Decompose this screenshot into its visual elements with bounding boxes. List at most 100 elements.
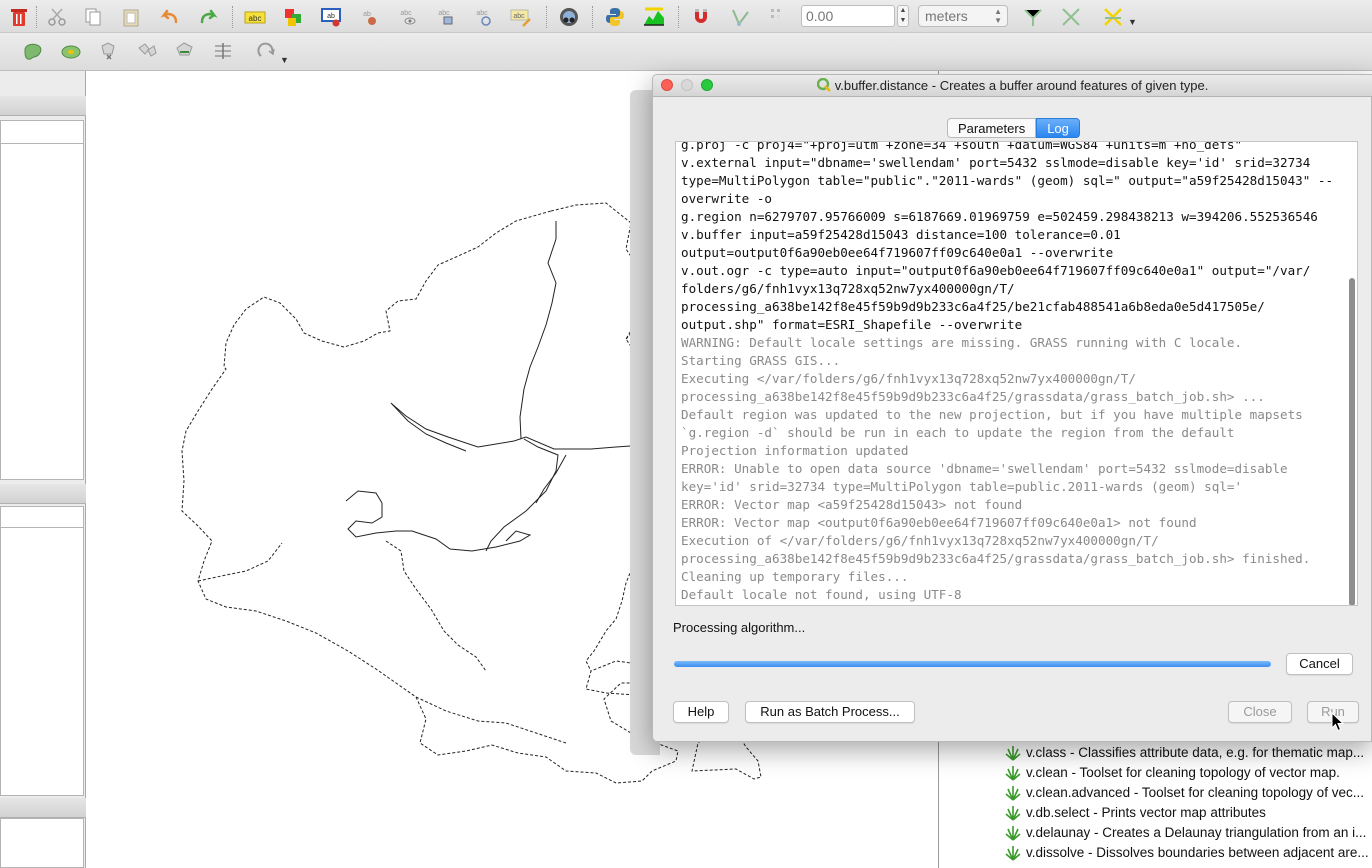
layers-panel-toolbar	[0, 120, 84, 144]
grass-icon	[1005, 846, 1021, 861]
log-line: processing_a638be142f8e45f59b9d9b233c6a4…	[681, 551, 1311, 566]
offset-curve-icon[interactable]	[210, 38, 236, 64]
add-ring-icon[interactable]	[20, 38, 46, 64]
log-line: processing_a638be142f8e45f59b9d9b233c6a4…	[681, 299, 1265, 314]
redo-icon[interactable]	[195, 4, 221, 30]
snap-tolerance-input[interactable]: 0.00	[801, 5, 895, 27]
log-line: v.external input="dbname='swellendam' po…	[681, 155, 1311, 170]
delete-part-icon[interactable]	[134, 38, 160, 64]
toolbox-item[interactable]: v.db.select - Prints vector map attribut…	[1004, 802, 1372, 822]
close-button[interactable]: Close	[1228, 701, 1292, 723]
paste-icon[interactable]	[118, 4, 144, 30]
help-button[interactable]: Help	[673, 701, 729, 723]
reshape-icon[interactable]	[172, 38, 198, 64]
toolbox-item[interactable]: v.dissolve - Dissolves boundaries betwee…	[1004, 842, 1372, 862]
grass-icon	[1005, 826, 1021, 841]
topological-editing-icon[interactable]	[1020, 4, 1046, 30]
undo-icon[interactable]	[157, 4, 183, 30]
delete-ring-icon[interactable]	[96, 38, 122, 64]
log-scrollbar[interactable]	[1349, 278, 1355, 605]
bottom-panel-header	[0, 798, 86, 818]
toolbox-item[interactable]: v.class - Classifies attribute data, e.g…	[1004, 742, 1372, 762]
layer-labeling-icon[interactable]	[280, 4, 306, 30]
log-line: ERROR: Vector map <output0f6a90eb0ee64f7…	[681, 515, 1197, 530]
layers-panel-header	[0, 96, 86, 116]
log-line: output.shp" format=ESRI_Shapefile --over…	[681, 317, 1023, 332]
grass-icon	[1005, 746, 1021, 761]
chevron-down-icon[interactable]: ▼	[1128, 17, 1137, 27]
log-line: type=MultiPolygon table="public"."2011-w…	[681, 173, 1334, 188]
toolbar-separator	[232, 6, 233, 28]
log-line: ERROR: Vector map <a59f25428d15043> not …	[681, 497, 1023, 512]
move-label-icon[interactable]: abc	[432, 4, 458, 30]
log-line: Executing </var/folders/g6/fnh1vyx13q728…	[681, 371, 1136, 386]
toolbox-item[interactable]: v.clean.advanced - Toolset for cleaning …	[1004, 782, 1372, 802]
mouse-cursor-icon	[1331, 712, 1345, 732]
layers-panel-list[interactable]	[0, 144, 84, 480]
cut-icon[interactable]	[44, 4, 70, 30]
grass-icon	[1005, 806, 1021, 821]
python-icon[interactable]	[602, 4, 628, 30]
status-text: Processing algorithm...	[673, 620, 806, 635]
svg-text:abc: abc	[400, 10, 412, 17]
browser-panel-list[interactable]	[0, 528, 84, 796]
profile-tool-icon[interactable]	[641, 4, 667, 30]
toolbox-item[interactable]: v.clean - Toolset for cleaning topology …	[1004, 762, 1372, 782]
intersection-avoid-icon[interactable]	[1058, 4, 1084, 30]
rotate-point-symbols-icon[interactable]	[253, 38, 279, 64]
change-label-icon[interactable]: abc	[508, 4, 534, 30]
toolbox-item-label: v.class - Classifies attribute data, e.g…	[1026, 744, 1365, 760]
log-line: overwrite -o	[681, 191, 772, 206]
log-output[interactable]: g.proj -c proj4="+proj=utm +zone=34 +sou…	[675, 141, 1358, 606]
toolbox-item-label: v.dissolve - Dissolves boundaries betwee…	[1026, 844, 1369, 860]
label-icon[interactable]: abc	[242, 4, 268, 30]
snap-units-select[interactable]: meters ▲ ▼	[918, 5, 1008, 27]
svg-text:abc: abc	[476, 10, 488, 17]
grass-icon	[1005, 786, 1021, 801]
toolbox-item[interactable]: v.delaunay - Creates a Delaunay triangul…	[1004, 822, 1372, 842]
rotate-label-icon[interactable]: abc	[470, 4, 496, 30]
svg-text:ab: ab	[363, 11, 371, 18]
fill-ring-icon[interactable]	[58, 38, 84, 64]
toolbox-item-label: v.clean - Toolset for cleaning topology …	[1026, 764, 1340, 780]
log-line: WARNING: Default locale settings are mis…	[681, 335, 1243, 350]
highlight-pinned-labels-icon[interactable]: ab	[356, 4, 382, 30]
log-line: Projection information updated	[681, 443, 909, 458]
snap-mode-icon[interactable]	[766, 4, 792, 30]
dialog-titlebar[interactable]: v.buffer.distance - Creates a buffer aro…	[653, 75, 1372, 97]
show-hide-labels-icon[interactable]: abc	[394, 4, 420, 30]
chevron-updown-icon: ▲ ▼	[994, 7, 1002, 25]
dialog-title-text: v.buffer.distance - Creates a buffer aro…	[834, 78, 1209, 93]
svg-text:abc: abc	[513, 13, 525, 20]
algorithm-dialog: v.buffer.distance - Creates a buffer aro…	[652, 74, 1372, 742]
log-line: processing_a638be142f8e45f59b9d9b233c6a4…	[681, 389, 1265, 404]
toolbar-separator	[592, 6, 593, 28]
log-line: Default region was updated to the new pr…	[681, 407, 1303, 422]
tab-log[interactable]: Log	[1036, 118, 1080, 138]
log-line: key='id' srid=32734 type=MultiPolygon ta…	[681, 479, 1243, 494]
tracing-icon[interactable]	[1100, 4, 1126, 30]
snap-tolerance-stepper[interactable]: ▲ ▼	[897, 5, 909, 27]
chevron-down-icon[interactable]: ▼	[280, 55, 289, 65]
cancel-button[interactable]: Cancel	[1286, 653, 1353, 675]
snap-to-layers-icon[interactable]	[728, 4, 754, 30]
snap-units-value: meters	[925, 8, 968, 24]
log-line: `g.region -d` should be run in each to u…	[681, 425, 1235, 440]
log-line: output=output0f6a90eb0ee64f719607ff09c64…	[681, 245, 1114, 260]
toolbox-item-label: v.clean.advanced - Toolset for cleaning …	[1026, 784, 1364, 800]
delete-icon[interactable]	[6, 4, 32, 30]
run-as-batch-button[interactable]: Run as Batch Process...	[745, 701, 915, 723]
log-line: Cleaning up temporary files...	[681, 569, 909, 584]
dialog-tabs: Parameters Log	[947, 118, 1080, 138]
main-toolbar: abc ab ab abc abc abc abc 0.00 ▲ ▼ meters	[0, 0, 1372, 33]
progress-bar	[674, 661, 1271, 667]
tab-parameters[interactable]: Parameters	[947, 118, 1037, 138]
svg-text:abc: abc	[249, 14, 262, 23]
dialog-title: v.buffer.distance - Creates a buffer aro…	[653, 78, 1372, 93]
copy-icon[interactable]	[80, 4, 106, 30]
digitizing-toolbar: ▼	[0, 33, 1372, 71]
toolbar-separator	[678, 6, 679, 28]
pin-label-icon[interactable]: ab	[318, 4, 344, 30]
osm-icon[interactable]	[556, 4, 582, 30]
snapping-magnet-icon[interactable]	[688, 4, 714, 30]
